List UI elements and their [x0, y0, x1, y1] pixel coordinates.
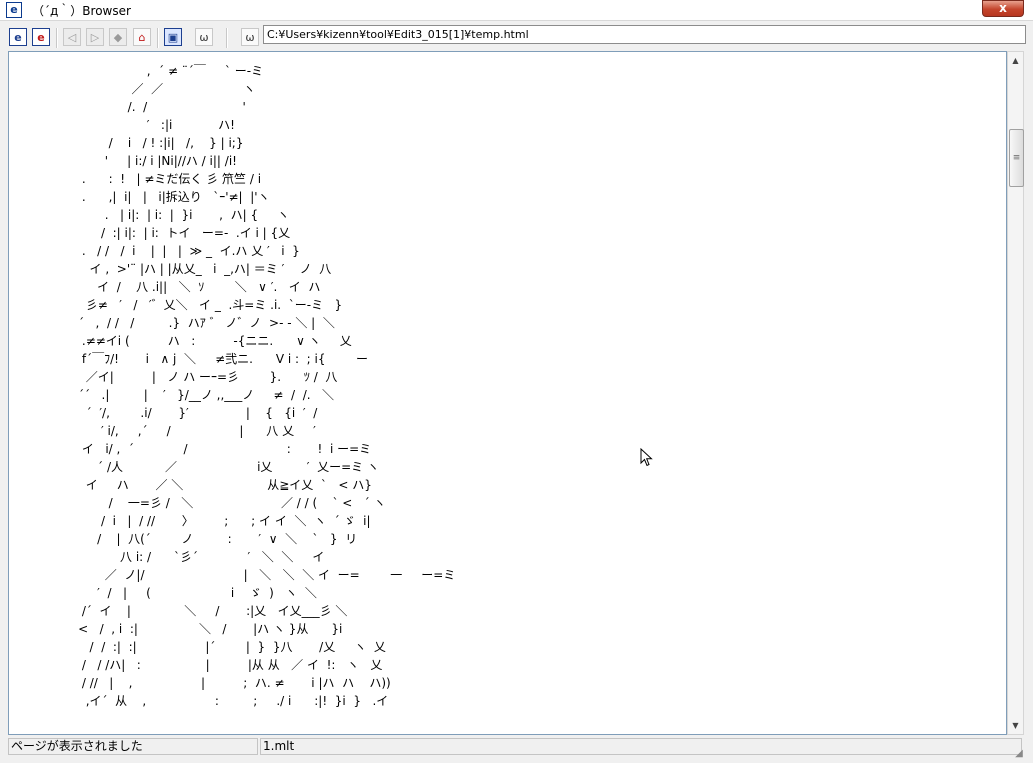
address-input[interactable]: C:¥Users¥kizenn¥tool¥Edit3_015[1]¥temp.h… — [263, 25, 1026, 44]
stop-icon[interactable]: ◆ — [109, 28, 127, 46]
toolbar-separator — [56, 28, 58, 48]
window-title: （´д｀）Browser — [32, 4, 131, 18]
smile-icon[interactable]: ω — [195, 28, 213, 46]
status-message: ページが表示されました — [8, 738, 258, 755]
close-button[interactable]: x — [982, 0, 1024, 17]
toolbar-separator — [226, 28, 228, 48]
resize-grip-icon[interactable]: ◢ — [1012, 747, 1026, 761]
mouse-cursor-icon — [640, 448, 653, 467]
e-red-icon[interactable]: e — [32, 28, 50, 46]
e-icon[interactable]: e — [9, 28, 27, 46]
window-icon[interactable]: ▣ — [164, 28, 182, 46]
app-icon[interactable]: e — [6, 2, 22, 18]
scroll-up-icon[interactable]: ▲ — [1008, 52, 1023, 69]
title-bar: e （´д｀）Browser x — [0, 0, 1033, 21]
vertical-scrollbar[interactable]: ▲ ≡ ▼ — [1007, 51, 1024, 735]
forward-icon[interactable]: ▷ — [86, 28, 104, 46]
face-icon[interactable]: ω — [241, 28, 259, 46]
scroll-thumb[interactable]: ≡ — [1009, 129, 1024, 187]
home-icon[interactable]: ⌂ — [133, 28, 151, 46]
ascii-art: , ´ ≠ ¨´￣ ` ー-ミ ／ ／ ヽ /. / ' ′ :|i ハ! / … — [78, 64, 456, 708]
status-file: 1.mlt — [260, 738, 1022, 755]
status-bar: ページが表示されました 1.mlt — [0, 736, 1033, 763]
content-area: , ´ ≠ ¨´￣ ` ー-ミ ／ ／ ヽ /. / ' ′ :|i ハ! / … — [8, 51, 1007, 735]
back-icon[interactable]: ◁ — [63, 28, 81, 46]
toolbar-separator — [157, 28, 159, 48]
scroll-down-icon[interactable]: ▼ — [1008, 717, 1023, 734]
